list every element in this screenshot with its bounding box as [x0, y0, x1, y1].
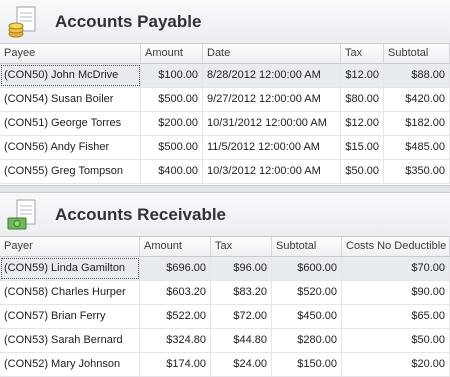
tax-cell: $12.00: [341, 112, 384, 135]
document-money-icon: [7, 199, 36, 230]
payer-cell: (CON53) Sarah Bernard: [0, 329, 140, 352]
amount-cell: $174.00: [140, 353, 211, 376]
column-header-amount[interactable]: Amount: [140, 237, 211, 256]
subtotal-cell: $420.00: [384, 88, 450, 111]
accounts-payable-panel: Accounts Payable Payee Amount Date Tax S…: [0, 0, 450, 185]
date-cell: 8/28/2012 12:00:00 AM: [203, 64, 341, 87]
tax-cell: $96.00: [211, 257, 272, 280]
amount-cell: $400.00: [141, 160, 203, 183]
date-cell: 9/27/2012 12:00:00 AM: [203, 88, 341, 111]
payer-cell: (CON57) Brian Ferry: [0, 305, 140, 328]
table-row[interactable]: (CON56) Andy Fisher $500.00 11/5/2012 12…: [0, 136, 450, 160]
subtotal-cell: $182.00: [384, 112, 450, 135]
table-row[interactable]: (CON52) Mary Johnson $174.00 $24.00 $150…: [0, 353, 450, 377]
table-row[interactable]: (CON50) John McDrive $100.00 8/28/2012 1…: [0, 64, 450, 88]
date-cell: 11/5/2012 12:00:00 AM: [203, 136, 341, 159]
payee-cell: (CON51) George Torres: [0, 112, 141, 135]
column-header-payee[interactable]: Payee: [0, 44, 141, 63]
accounts-receivable-panel: Accounts Receivable Payer Amount Tax Sub…: [0, 193, 450, 377]
table-row[interactable]: (CON54) Susan Boiler $500.00 9/27/2012 1…: [0, 88, 450, 112]
accounts-payable-header: Accounts Payable: [0, 0, 450, 44]
tax-cell: $24.00: [211, 353, 272, 376]
accounts-payable-grid[interactable]: Payee Amount Date Tax Subtotal (CON50) J…: [0, 43, 450, 184]
payee-cell: (CON55) Greg Tompson: [0, 160, 141, 183]
amount-cell: $522.00: [140, 305, 211, 328]
payee-cell: (CON50) John McDrive: [0, 64, 141, 87]
date-cell: 10/3/2012 12:00:00 AM: [203, 160, 341, 183]
amount-cell: $500.00: [141, 136, 203, 159]
grid-header-row: Payer Amount Tax Subtotal Costs No Deduc…: [0, 237, 450, 257]
column-header-amount[interactable]: Amount: [141, 44, 203, 63]
subtotal-cell: $600.00: [272, 257, 342, 280]
payee-cell: (CON54) Susan Boiler: [0, 88, 141, 111]
costs-no-deductible-cell: $20.00: [342, 353, 450, 376]
costs-no-deductible-cell: $90.00: [342, 281, 450, 304]
tax-cell: $15.00: [341, 136, 384, 159]
column-header-subtotal[interactable]: Subtotal: [384, 44, 450, 63]
table-row[interactable]: (CON59) Linda Gamilton $696.00 $96.00 $6…: [0, 257, 450, 281]
subtotal-cell: $485.00: [384, 136, 450, 159]
accounts-payable-title: Accounts Payable: [55, 12, 202, 31]
column-header-date[interactable]: Date: [203, 44, 341, 63]
date-cell: 10/31/2012 12:00:00 AM: [203, 112, 341, 135]
costs-no-deductible-cell: $70.00: [342, 257, 450, 280]
subtotal-cell: $520.00: [272, 281, 342, 304]
amount-cell: $696.00: [140, 257, 211, 280]
table-row[interactable]: (CON58) Charles Hurper $603.20 $83.20 $5…: [0, 281, 450, 305]
payer-cell: (CON52) Mary Johnson: [0, 353, 140, 376]
column-header-tax[interactable]: Tax: [211, 237, 272, 256]
payee-cell: (CON56) Andy Fisher: [0, 136, 141, 159]
payer-cell: (CON58) Charles Hurper: [0, 281, 140, 304]
subtotal-cell: $350.00: [384, 160, 450, 183]
payer-cell: (CON59) Linda Gamilton: [0, 257, 140, 280]
tax-cell: $83.20: [211, 281, 272, 304]
document-coins-icon: [8, 6, 36, 38]
table-row[interactable]: (CON55) Greg Tompson $400.00 10/3/2012 1…: [0, 160, 450, 184]
subtotal-cell: $450.00: [272, 305, 342, 328]
column-header-subtotal[interactable]: Subtotal: [272, 237, 342, 256]
tax-cell: $72.00: [211, 305, 272, 328]
subtotal-cell: $88.00: [384, 64, 450, 87]
amount-cell: $324.80: [140, 329, 211, 352]
table-row[interactable]: (CON51) George Torres $200.00 10/31/2012…: [0, 112, 450, 136]
column-header-tax[interactable]: Tax: [341, 44, 384, 63]
amount-cell: $500.00: [141, 88, 203, 111]
accounts-receivable-title: Accounts Receivable: [55, 205, 227, 224]
accounts-receivable-grid[interactable]: Payer Amount Tax Subtotal Costs No Deduc…: [0, 236, 450, 377]
grid-header-row: Payee Amount Date Tax Subtotal: [0, 44, 450, 64]
subtotal-cell: $280.00: [272, 329, 342, 352]
tax-cell: $80.00: [341, 88, 384, 111]
column-header-costs-no-deductible[interactable]: Costs No Deductible: [342, 237, 450, 256]
amount-cell: $603.20: [140, 281, 211, 304]
panel-separator: [0, 185, 450, 193]
tax-cell: $12.00: [341, 64, 384, 87]
costs-no-deductible-cell: $50.00: [342, 329, 450, 352]
subtotal-cell: $150.00: [272, 353, 342, 376]
amount-cell: $100.00: [141, 64, 203, 87]
tax-cell: $50.00: [341, 160, 384, 183]
costs-no-deductible-cell: $65.00: [342, 305, 450, 328]
table-row[interactable]: (CON57) Brian Ferry $522.00 $72.00 $450.…: [0, 305, 450, 329]
table-row[interactable]: (CON53) Sarah Bernard $324.80 $44.80 $28…: [0, 329, 450, 353]
tax-cell: $44.80: [211, 329, 272, 352]
accounts-receivable-header: Accounts Receivable: [0, 193, 450, 237]
amount-cell: $200.00: [141, 112, 203, 135]
column-header-payer[interactable]: Payer: [0, 237, 140, 256]
